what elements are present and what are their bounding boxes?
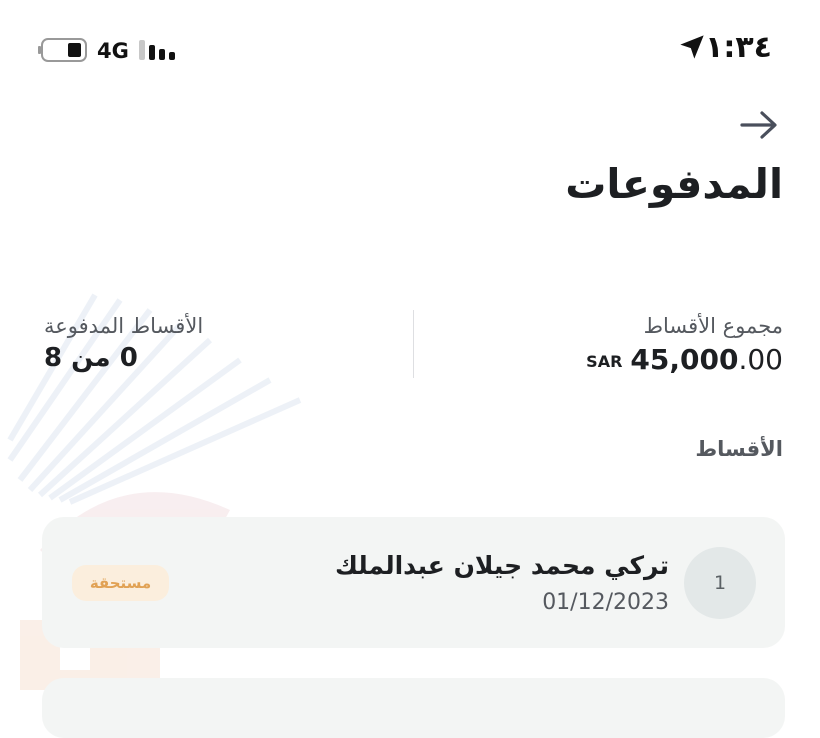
installment-customer-name: تركي محمد جيلان عبدالملك — [334, 551, 669, 580]
summary-divider — [413, 310, 414, 378]
status-bar-time: ١:٣٤ — [705, 30, 772, 65]
currency-label: SAR — [586, 352, 623, 371]
installment-date: 01/12/2023 — [542, 590, 669, 615]
arrow-right-icon[interactable] — [738, 108, 780, 142]
status-badge: مستحقة — [72, 565, 169, 601]
location-arrow-icon — [680, 35, 704, 59]
installment-card-next[interactable] — [42, 678, 785, 738]
page-title: المدفوعات — [565, 160, 783, 208]
paid-installments-count: 0 من 8 — [44, 343, 138, 373]
total-installments-label: مجموع الأقساط — [643, 314, 783, 338]
signal-icon — [139, 40, 175, 60]
installment-number: 1 — [684, 547, 756, 619]
installments-section-title: الأقساط — [695, 437, 783, 461]
paid-installments-label: الأقساط المدفوعة — [44, 314, 204, 338]
total-amount: SAR 45,000.00 — [586, 343, 783, 376]
network-type: 4G — [97, 39, 129, 63]
installment-card[interactable]: 1 تركي محمد جيلان عبدالملك 01/12/2023 مس… — [42, 517, 785, 648]
battery-icon — [38, 38, 87, 62]
amount-value: 45,000 — [630, 343, 739, 376]
amount-decimals: .00 — [738, 343, 783, 376]
